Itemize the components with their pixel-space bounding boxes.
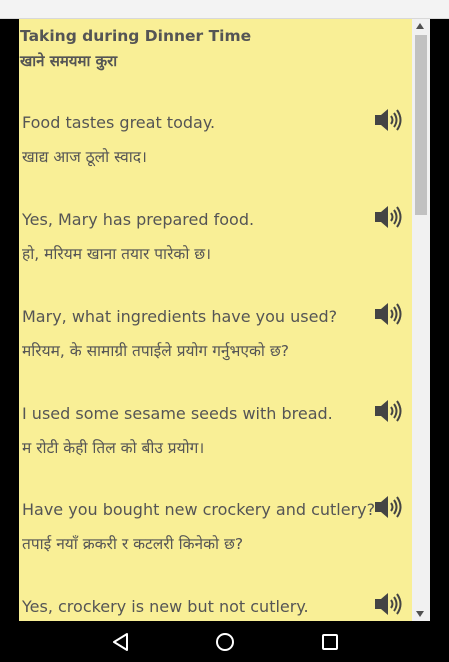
- phrase-item: Mary, what ingredients have you used? मर…: [22, 303, 410, 361]
- recents-square-icon[interactable]: [319, 631, 341, 653]
- top-bar: [0, 0, 449, 19]
- phrase-item: Yes, crockery is new but not cutlery.: [22, 593, 410, 621]
- phrase-english: Food tastes great today.: [22, 113, 216, 132]
- phrase-list[interactable]: Taking during Dinner Time खाने समयमा कुर…: [19, 19, 412, 621]
- back-triangle-icon[interactable]: [110, 631, 132, 653]
- phrase-english: Yes, Mary has prepared food.: [22, 210, 255, 229]
- phrase-english: Mary, what ingredients have you used?: [22, 307, 338, 326]
- phrase-nepali: तपाई नयाँ क्रकरी र कटलरी किनेको छ?: [22, 535, 244, 553]
- home-circle-icon[interactable]: [214, 631, 236, 653]
- section-title-en: Taking during Dinner Time: [20, 27, 252, 45]
- phrase-english: Have you bought new crockery and cutlery…: [22, 500, 376, 519]
- phrase-item: I used some sesame seeds with bread. म र…: [22, 400, 410, 458]
- android-nav-bar: [0, 621, 449, 662]
- phrase-english: I used some sesame seeds with bread.: [22, 404, 333, 423]
- vertical-scrollbar[interactable]: [412, 19, 430, 621]
- scroll-thumb[interactable]: [415, 35, 427, 215]
- right-border: [430, 19, 449, 621]
- phrase-item: Food tastes great today. खाद्य आज ठूलो स…: [22, 109, 410, 167]
- speaker-icon[interactable]: [374, 302, 402, 326]
- speaker-icon[interactable]: [374, 592, 402, 616]
- speaker-icon[interactable]: [374, 495, 402, 519]
- phrase-nepali: खाद्य आज ठूलो स्वाद।: [22, 148, 147, 166]
- section-header: Taking during Dinner Time खाने समयमा कुर…: [19, 19, 412, 73]
- phrase-item: Yes, Mary has prepared food. हो, मरियम ख…: [22, 206, 410, 264]
- speaker-icon[interactable]: [374, 108, 402, 132]
- phrase-nepali: म रोटी केही तिल को बीउ प्रयोग।: [22, 439, 205, 457]
- phrase-item: Have you bought new crockery and cutlery…: [22, 496, 410, 554]
- speaker-icon[interactable]: [374, 399, 402, 423]
- phrase-nepali: मरियम, के सामाग्री तपाईले प्रयोग गर्नुभए…: [22, 342, 289, 360]
- scroll-up-arrow-icon[interactable]: [416, 23, 424, 29]
- phrase-nepali: हो, मरियम खाना तयार पारेको छ।: [22, 245, 211, 263]
- left-border: [0, 19, 19, 621]
- section-title-np: खाने समयमा कुरा: [20, 52, 118, 70]
- scroll-down-arrow-icon[interactable]: [416, 611, 424, 617]
- speaker-icon[interactable]: [374, 205, 402, 229]
- phrase-english: Yes, crockery is new but not cutlery.: [22, 597, 309, 616]
